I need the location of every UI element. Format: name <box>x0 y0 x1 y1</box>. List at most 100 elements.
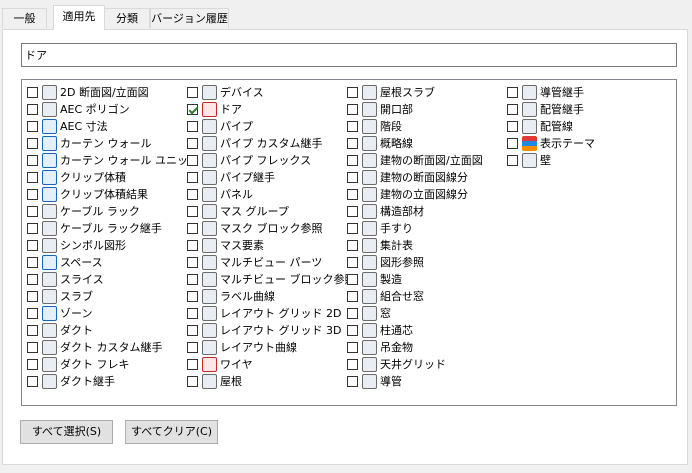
label-curve-icon <box>202 289 217 304</box>
item-checkbox[interactable] <box>27 274 38 285</box>
item-checkbox[interactable] <box>347 240 358 251</box>
item-checkbox[interactable] <box>27 376 38 387</box>
wall-icon <box>522 153 537 168</box>
item-label: 天井グリッド <box>380 358 446 371</box>
stair-icon <box>362 119 377 134</box>
item-checkbox[interactable] <box>27 155 38 166</box>
item-checkbox[interactable] <box>507 155 518 166</box>
item-label: 屋根スラブ <box>380 86 435 99</box>
item-checkbox[interactable] <box>187 155 198 166</box>
item-label: クリップ体積 <box>60 171 126 184</box>
space-icon <box>42 255 57 270</box>
item-checkbox[interactable] <box>187 359 198 370</box>
item-checkbox[interactable] <box>347 121 358 132</box>
clip-volume-result-icon <box>42 187 57 202</box>
layout-grid-2d-icon <box>202 306 217 321</box>
item-checkbox[interactable] <box>347 325 358 336</box>
item-label: 概略線 <box>380 137 413 150</box>
duct-flex-icon <box>42 357 57 372</box>
item-label: スペース <box>60 256 103 269</box>
item-label: 壁 <box>540 154 551 167</box>
item-checkbox[interactable] <box>507 121 518 132</box>
fabrication-icon <box>362 272 377 287</box>
item-checkbox[interactable] <box>347 104 358 115</box>
item-label: 導管 <box>380 375 402 388</box>
item-checkbox[interactable] <box>27 308 38 319</box>
item-label: ワイヤ <box>220 358 253 371</box>
tab-applies-to[interactable]: 適用先 <box>53 5 105 30</box>
item-label: パイプ カスタム継手 <box>220 137 323 150</box>
item-checkbox[interactable] <box>187 206 198 217</box>
item-checkbox[interactable] <box>27 291 38 302</box>
tab-general[interactable]: 一般 <box>2 8 47 28</box>
item-checkbox[interactable] <box>187 308 198 319</box>
item-checkbox[interactable] <box>27 240 38 251</box>
item-checkbox[interactable] <box>347 206 358 217</box>
item-label: マルチビュー パーツ <box>220 256 323 269</box>
item-checkbox[interactable] <box>347 223 358 234</box>
item-checkbox[interactable] <box>187 376 198 387</box>
item-label: ダクト カスタム継手 <box>60 341 163 354</box>
clear-all-button[interactable]: すべてクリア(C) <box>125 420 218 444</box>
item-checkbox[interactable] <box>507 138 518 149</box>
display-theme-icon <box>522 136 537 151</box>
tab-version-history[interactable]: バージョン履歴 <box>150 8 229 28</box>
item-checkbox[interactable] <box>347 155 358 166</box>
item-checkbox[interactable] <box>27 206 38 217</box>
item-checkbox[interactable] <box>27 257 38 268</box>
item-checkbox[interactable] <box>347 291 358 302</box>
item-checkbox[interactable] <box>187 138 198 149</box>
item-checkbox[interactable] <box>187 240 198 251</box>
item-checkbox[interactable] <box>27 359 38 370</box>
item-checkbox[interactable] <box>27 138 38 149</box>
item-checkbox[interactable] <box>187 87 198 98</box>
item-checkbox[interactable] <box>187 223 198 234</box>
item-label: 2D 断面図/立面図 <box>60 86 149 99</box>
item-checkbox[interactable] <box>187 172 198 183</box>
item-checkbox[interactable] <box>187 342 198 353</box>
item-label: パイプ継手 <box>220 171 275 184</box>
item-checkbox[interactable] <box>347 87 358 98</box>
item-checkbox[interactable] <box>187 189 198 200</box>
item-checkbox[interactable] <box>347 172 358 183</box>
cable-tray-fitting-icon <box>42 221 57 236</box>
item-checkbox[interactable] <box>27 172 38 183</box>
item-checkbox[interactable] <box>27 223 38 234</box>
item-checkbox[interactable] <box>187 325 198 336</box>
item-checkbox[interactable] <box>347 376 358 387</box>
item-checkbox[interactable] <box>347 342 358 353</box>
item-label: マス グループ <box>220 205 289 218</box>
item-checkbox[interactable] <box>507 87 518 98</box>
item-label: ダクト <box>60 324 93 337</box>
item-checkbox[interactable] <box>27 87 38 98</box>
item-label: 構造部材 <box>380 205 424 218</box>
tab-classification[interactable]: 分類 <box>104 8 150 28</box>
item-checkbox[interactable] <box>27 104 38 115</box>
item-checkbox[interactable] <box>347 257 358 268</box>
item-checkbox[interactable] <box>27 325 38 336</box>
item-checkbox[interactable] <box>187 291 198 302</box>
item-checkbox[interactable] <box>347 359 358 370</box>
layout-grid-3d-icon <box>202 323 217 338</box>
item-checkbox[interactable] <box>187 104 198 115</box>
item-checkbox[interactable] <box>347 189 358 200</box>
item-checkbox[interactable] <box>507 104 518 115</box>
item-checkbox[interactable] <box>187 121 198 132</box>
item-checkbox[interactable] <box>27 342 38 353</box>
item-checkbox[interactable] <box>187 257 198 268</box>
pipe-fitting-icon <box>202 170 217 185</box>
item-label: ケーブル ラック継手 <box>60 222 162 235</box>
item-checkbox[interactable] <box>347 308 358 319</box>
item-label: ドア <box>220 103 242 116</box>
select-all-button[interactable]: すべて選択(S) <box>20 420 113 444</box>
item-label: 柱通芯 <box>380 324 413 337</box>
item-checkbox[interactable] <box>27 121 38 132</box>
item-label: ダクト継手 <box>60 375 115 388</box>
item-checkbox[interactable] <box>187 274 198 285</box>
item-checkbox[interactable] <box>347 138 358 149</box>
item-label: 製造 <box>380 273 402 286</box>
item-checkbox[interactable] <box>27 189 38 200</box>
item-label: マス要素 <box>220 239 264 252</box>
item-checkbox[interactable] <box>347 274 358 285</box>
filter-input[interactable] <box>21 43 677 67</box>
